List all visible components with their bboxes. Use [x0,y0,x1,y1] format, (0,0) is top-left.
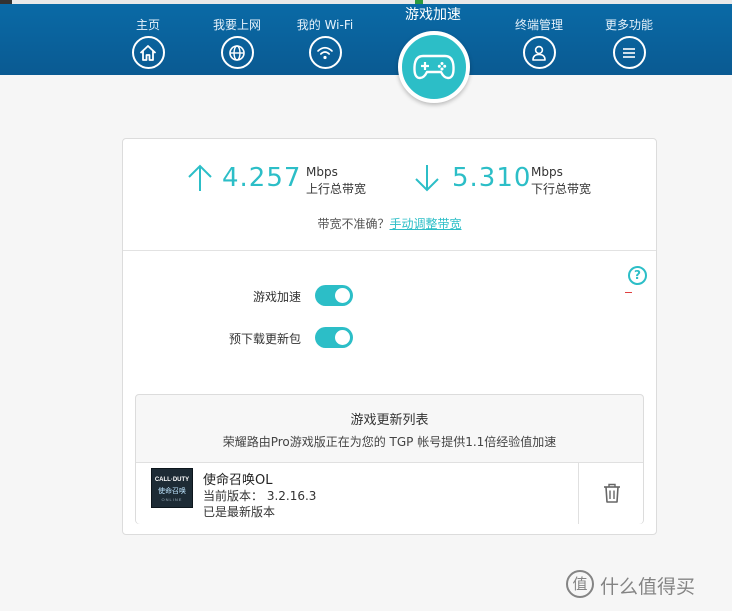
adjust-bandwidth-link[interactable]: 手动调整带宽 [390,217,462,231]
nav-item-game-accel[interactable]: 游戏加速 [378,4,488,22]
game-accel-panel: 4.257 Mbps 上行总带宽 5.310 Mbps 下行总带宽 带宽不准确？… [122,138,657,535]
nav-item-wifi[interactable]: 我的 Wi-Fi [285,4,365,69]
upload-bandwidth: 4.257 Mbps 上行总带宽 [186,161,386,201]
watermark-text: 什么值得买 [600,576,696,598]
thumb-logo-line: CALL·DUTY [154,477,190,483]
section-divider [123,250,656,251]
arrow-up-icon [188,164,212,191]
upload-value: 4.257 [222,163,302,193]
home-icon [131,36,165,69]
game-update-list: 游戏更新列表 荣耀路由Pro游戏版正在为您的 TGP 帐号提供1.1倍经验值加速… [135,394,644,524]
upload-label: 上行总带宽 [306,182,367,196]
nav-label: 终端管理 [514,18,563,32]
menu-icon [612,36,646,69]
nav-item-home[interactable]: 主页 [108,4,188,69]
game-name: 使命召唤OL [203,473,273,488]
nav-item-more[interactable]: 更多功能 [589,4,669,69]
game-version: 当前版本： 3.2.16.3 [203,489,317,503]
list-item: CALL·DUTY 使命召唤 ONLINE 使命召唤OL 当前版本： 3.2.1… [136,462,643,524]
red-mark [625,292,632,293]
toggle-knob [335,288,350,303]
download-value: 5.310 [452,163,532,193]
arrow-down-icon [415,165,439,192]
column-divider [578,463,579,524]
toggle-knob [335,330,350,345]
update-list-subtitle: 荣耀路由Pro游戏版正在为您的 TGP 帐号提供1.1倍经验值加速 [222,435,557,449]
bandwidth-hint-text: 带宽不准确？ [317,217,390,231]
trash-icon[interactable] [603,483,621,503]
thumb-logo-line: ONLINE [161,497,183,502]
download-unit: Mbps [531,165,563,179]
upload-unit: Mbps [306,165,338,179]
download-bandwidth: 5.310 Mbps 下行总带宽 [413,161,613,201]
help-icon[interactable]: ? [628,266,647,285]
game-status: 已是最新版本 [203,505,276,519]
update-list-title: 游戏更新列表 [350,413,429,428]
nav-label: 我的 Wi-Fi [296,18,354,32]
globe-icon [220,36,254,69]
game-thumbnail: CALL·DUTY 使命召唤 ONLINE [151,468,193,508]
user-icon [522,36,556,69]
gamepad-icon[interactable] [398,31,470,103]
download-label: 下行总带宽 [531,182,592,196]
predownload-toggle[interactable] [315,327,353,348]
game-accel-toggle[interactable] [315,285,353,306]
nav-item-devices[interactable]: 终端管理 [499,4,579,69]
wifi-icon [308,36,342,69]
bandwidth-hint: 带宽不准确？手动调整带宽 [123,215,656,232]
thumb-logo-line: 使命召唤 [158,487,186,495]
nav-label: 我要上网 [212,18,261,32]
top-navigation: 主页 我要上网 我的 Wi-Fi 游戏加速 终端管理 更多功能 [0,4,732,75]
predownload-label: 预下载更新包 [229,332,302,346]
nav-label: 更多功能 [604,18,653,32]
nav-item-internet[interactable]: 我要上网 [197,4,277,69]
nav-label: 游戏加速 [405,7,461,23]
game-accel-label: 游戏加速 [253,290,302,304]
nav-label: 主页 [135,18,160,32]
watermark-logo-icon: 值 [566,570,594,598]
